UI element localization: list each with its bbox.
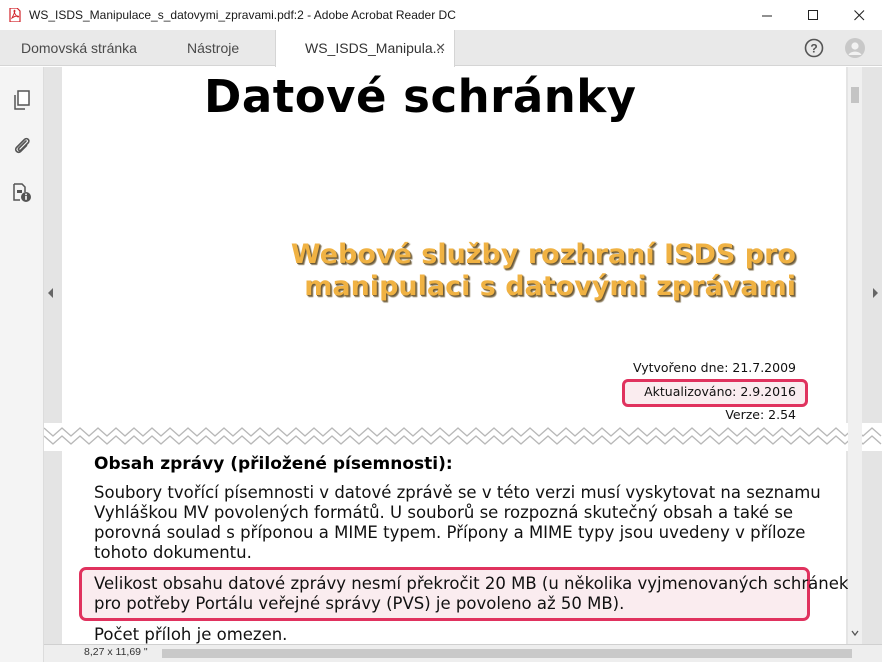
minimize-button[interactable] [744,0,790,30]
vertical-scrollbar[interactable] [848,67,862,644]
help-icon[interactable]: ? [804,38,824,58]
scroll-down-icon[interactable] [851,629,859,639]
document-viewer[interactable]: Datové schránky Webové služby rozhraní I… [44,67,882,644]
tab-bar: Domovská stránka Nástroje WS_ISDS_Manipu… [0,30,882,67]
tab-close-icon[interactable]: ✕ [435,30,446,66]
collapse-left-panel-icon[interactable] [46,286,56,298]
acrobat-icon [9,8,21,22]
horizontal-scrollbar-thumb[interactable] [162,649,852,658]
window-title: WS_ISDS_Manipulace_s_datovymi_zpravami.p… [29,8,456,22]
maximize-button[interactable] [790,0,836,30]
subtitle-line-1: Webové služby rozhraní ISDS pro [290,239,796,270]
user-avatar-icon[interactable] [845,38,865,58]
page-tear-separator [44,423,882,451]
updated-date: Aktualizováno: 2.9.2016 [644,384,796,399]
document-title: Datové schránky [204,70,637,123]
tab-tools[interactable]: Nástroje [187,30,239,66]
document-version: Verze: 2.54 [725,407,796,422]
paragraph-attachments-count: Počet příloh je omezen. [94,625,288,644]
close-icon [853,9,864,20]
attachments-icon[interactable] [11,135,33,157]
maximize-icon [807,9,818,20]
tab-document-label: WS_ISDS_Manipula... [305,40,445,56]
paragraph-size-limit: Velikost obsahu datové zprávy nesmí přek… [94,574,849,613]
paragraph-file-formats: Soubory tvořící písemnosti v datové zprá… [94,483,821,562]
minimize-icon [761,15,772,16]
document-properties-icon[interactable] [11,182,33,204]
title-bar: WS_ISDS_Manipulace_s_datovymi_zpravami.p… [0,0,882,30]
section-heading: Obsah zprávy (přiložené písemnosti): [94,454,453,474]
svg-text:?: ? [810,42,817,56]
pdf-page: Datové schránky Webové služby rozhraní I… [62,67,848,644]
collapse-right-panel-icon[interactable] [870,286,880,298]
page-size-label: 8,27 x 11,69 " [84,646,148,658]
close-window-button[interactable] [836,0,882,30]
scrollbar-thumb[interactable] [851,87,859,103]
created-date: Vytvořeno dne: 21.7.2009 [632,360,796,375]
subtitle-line-2: manipulaci s datovými zprávami [304,271,796,302]
left-side-panel [0,67,44,662]
page-thumbnails-icon[interactable] [11,89,33,111]
tab-document[interactable]: WS_ISDS_Manipula... ✕ [275,30,455,67]
document-subtitle: Webové služby rozhraní ISDS pro manipula… [291,239,796,303]
tab-home[interactable]: Domovská stránka [21,30,137,66]
status-bar: 8,27 x 11,69 " [44,644,882,662]
